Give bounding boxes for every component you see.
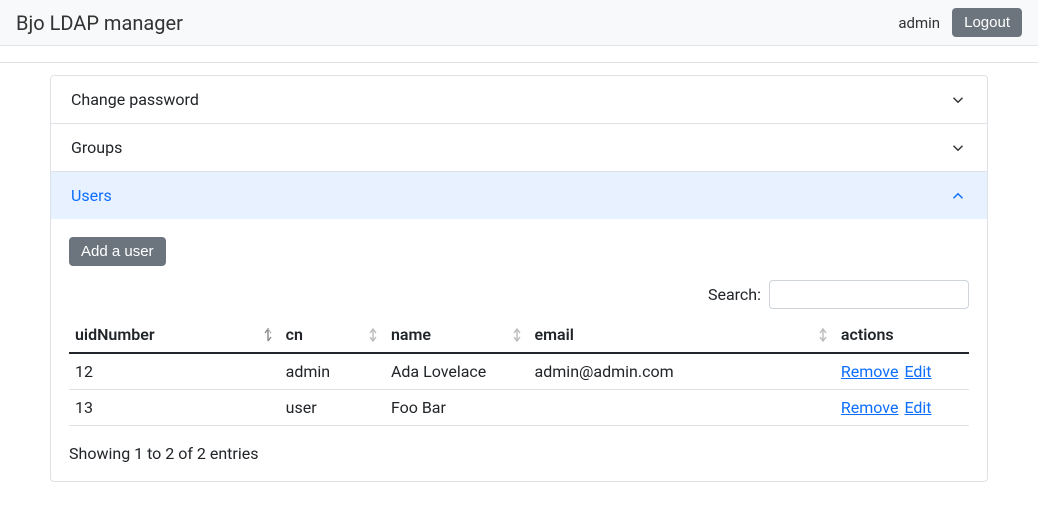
search-label: Search: (708, 285, 761, 304)
chevron-down-icon (949, 139, 967, 157)
accordion-item-users: Users Add a user Search: (51, 172, 987, 481)
cell-uidnumber: 13 (69, 390, 280, 426)
col-header-email[interactable]: email (529, 317, 835, 353)
table-info: Showing 1 to 2 of 2 entries (69, 444, 969, 463)
sort-icon (262, 328, 274, 342)
accordion: Change password Groups Users (50, 75, 988, 482)
accordion-header-change-password[interactable]: Change password (51, 76, 987, 123)
cell-cn: admin (280, 353, 385, 390)
chevron-down-icon (949, 91, 967, 109)
cell-cn: user (280, 390, 385, 426)
sort-icon (817, 328, 829, 342)
cell-email (529, 390, 835, 426)
search-input[interactable] (769, 280, 969, 309)
users-table: uidNumber cn (69, 317, 969, 426)
col-header-cn[interactable]: cn (280, 317, 385, 353)
edit-link[interactable]: Edit (904, 362, 931, 381)
accordion-item-groups: Groups (51, 124, 987, 172)
app-title: Bjo LDAP manager (16, 11, 183, 35)
navbar: Bjo LDAP manager admin Logout (0, 0, 1038, 46)
remove-link[interactable]: Remove (841, 362, 899, 381)
cell-name: Ada Lovelace (385, 353, 529, 390)
logout-button[interactable]: Logout (952, 8, 1022, 37)
col-header-name[interactable]: name (385, 317, 529, 353)
col-header-actions: actions (835, 317, 969, 353)
chevron-up-icon (949, 187, 967, 205)
navbar-right: admin Logout (898, 8, 1022, 37)
accordion-header-users[interactable]: Users (51, 172, 987, 219)
edit-link[interactable]: Edit (904, 398, 931, 417)
current-user[interactable]: admin (898, 14, 940, 32)
cell-name: Foo Bar (385, 390, 529, 426)
sort-icon (367, 328, 379, 342)
accordion-label-change-password: Change password (71, 90, 199, 109)
remove-link[interactable]: Remove (841, 398, 899, 417)
table-row: 12 admin Ada Lovelace admin@admin.com Re… (69, 353, 969, 390)
accordion-body-users: Add a user Search: uidNumber (51, 219, 987, 481)
add-user-button[interactable]: Add a user (69, 237, 166, 266)
cell-email: admin@admin.com (529, 353, 835, 390)
table-row: 13 user Foo Bar Remove Edit (69, 390, 969, 426)
col-header-uidnumber[interactable]: uidNumber (69, 317, 280, 353)
accordion-item-change-password: Change password (51, 76, 987, 124)
cell-uidnumber: 12 (69, 353, 280, 390)
accordion-label-users: Users (71, 186, 112, 205)
sort-icon (511, 328, 523, 342)
accordion-header-groups[interactable]: Groups (51, 124, 987, 171)
accordion-label-groups: Groups (71, 138, 122, 157)
